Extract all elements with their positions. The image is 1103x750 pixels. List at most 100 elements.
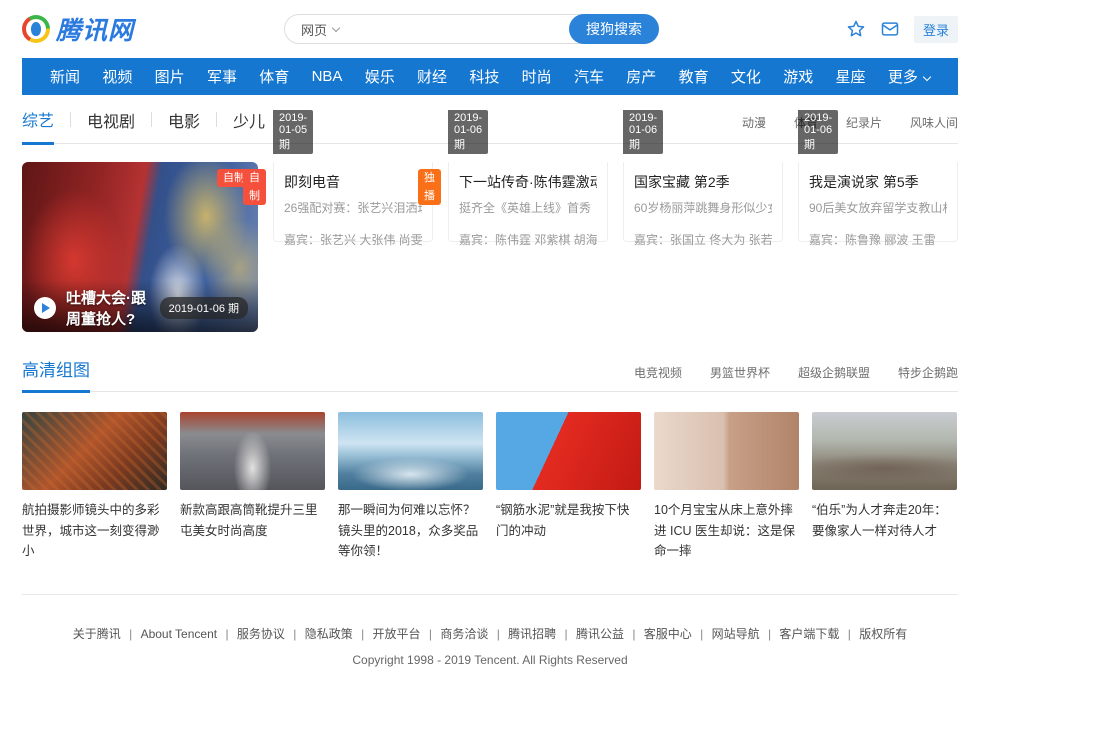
hero-video-card[interactable]: 自制 吐槽大会·跟周董抢人? 2019-01-06 期 <box>22 162 258 332</box>
nav-more[interactable]: 更多 <box>888 66 930 87</box>
video-card-body: 国家宝藏 第2季 60岁杨丽萍跳舞身形似少女 嘉宾：张国立 佟大为 张若昀 <box>623 162 783 242</box>
footer-links: 关于腾讯 About Tencent 服务协议 隐私政策 开放平台 商务洽谈 腾… <box>22 625 958 642</box>
copyright: Copyright 1998 - 2019 Tencent. All Right… <box>22 653 958 667</box>
divider <box>216 112 217 127</box>
photo-item[interactable]: “钢筋水泥”就是我按下快门的冲动 <box>496 412 641 562</box>
nav-item-fashion[interactable]: 时尚 <box>522 66 552 87</box>
tab-movies[interactable]: 电影 <box>168 108 200 143</box>
nav-item-video[interactable]: 视频 <box>102 66 132 87</box>
link-super-penguin-league[interactable]: 超级企鹅联盟 <box>798 364 870 381</box>
link-documentary[interactable]: 纪录片 <box>846 114 882 131</box>
nav-item-nba[interactable]: NBA <box>312 68 343 85</box>
nav-item-culture[interactable]: 文化 <box>731 66 761 87</box>
link-flavor-world[interactable]: 风味人间 <box>910 114 958 131</box>
nav-item-games[interactable]: 游戏 <box>783 66 813 87</box>
tab-tv-series[interactable]: 电视剧 <box>87 108 135 143</box>
footer-link-jobs[interactable]: 腾讯招聘 <box>492 627 556 641</box>
nav-item-auto[interactable]: 汽车 <box>574 66 604 87</box>
hero-overlay: 吐槽大会·跟周董抢人? 2019-01-06 期 <box>22 280 258 332</box>
video-guests: 嘉宾：陈伟霆 邓紫棋 胡海泉 <box>459 231 597 248</box>
search-category-dropdown[interactable]: 网页 <box>285 20 349 39</box>
video-guests: 嘉宾：张艺兴 大张伟 尚雯婕 <box>284 231 422 248</box>
photo-item[interactable]: 航拍摄影师镜头中的多彩世界，城市这一刻变得渺小 <box>22 412 167 562</box>
footer-link-open-platform[interactable]: 开放平台 <box>356 627 420 641</box>
photo-thumbnail[interactable] <box>180 412 325 490</box>
video-subtitle: 挺齐全《英雄上线》首秀 <box>459 199 597 216</box>
photo-thumbnail[interactable] <box>654 412 799 490</box>
photo-caption[interactable]: 航拍摄影师镜头中的多彩世界，城市这一刻变得渺小 <box>22 500 167 562</box>
photo-thumbnail[interactable] <box>812 412 957 490</box>
featured-videos-row: 自制 吐槽大会·跟周董抢人? 2019-01-06 期 自制 2019-01-0… <box>22 162 958 332</box>
tab-kids[interactable]: 少儿 <box>233 108 265 143</box>
video-card-body: 即刻电音 26强配对赛：张艺兴泪洒现场 嘉宾：张艺兴 大张伟 尚雯婕 <box>273 162 433 242</box>
gallery-right-links: 电竞视频 男篮世界杯 超级企鹅联盟 特步企鹅跑 <box>634 364 958 391</box>
nav-item-pictures[interactable]: 图片 <box>155 66 185 87</box>
hero-title: 吐槽大会·跟周董抢人? <box>66 287 160 329</box>
nav-item-military[interactable]: 军事 <box>207 66 237 87</box>
footer-link-charity[interactable]: 腾讯公益 <box>560 627 624 641</box>
chevron-down-icon <box>923 72 931 80</box>
photo-caption[interactable]: 10个月宝宝从床上意外摔进 ICU 医生却说：这是保命一摔 <box>654 500 799 562</box>
footer-link-about[interactable]: 关于腾讯 <box>73 627 121 641</box>
penguin-logo-icon <box>22 15 50 43</box>
video-title[interactable]: 下一站传奇·陈伟霆激动 <box>459 172 597 192</box>
tencent-portal-page: 腾讯网 网页 搜狗搜索 登录 新闻 视频 <box>0 0 1103 750</box>
video-card[interactable]: 2019-01-06 期 国家宝藏 第2季 60岁杨丽萍跳舞身形似少女 嘉宾：张… <box>623 162 783 332</box>
nav-item-news[interactable]: 新闻 <box>50 66 80 87</box>
photo-item[interactable]: “伯乐”为人才奔走20年：要像家人一样对待人才 <box>812 412 957 562</box>
photo-thumbnail[interactable] <box>338 412 483 490</box>
video-card[interactable]: 独播 2019-01-06 期 下一站传奇·陈伟霆激动 挺齐全《英雄上线》首秀 … <box>448 162 608 332</box>
footer-link-service[interactable]: 客服中心 <box>627 627 691 641</box>
footer-link-about-en[interactable]: About Tencent <box>124 627 217 641</box>
photo-thumbnail[interactable] <box>496 412 641 490</box>
photo-caption[interactable]: 那一瞬间为何难以忘怀？镜头里的2018，众多奖品等你领！ <box>338 500 483 562</box>
tab-variety[interactable]: 综艺 <box>22 107 54 145</box>
tencent-logo[interactable]: 腾讯网 <box>22 11 134 47</box>
gallery-header: 高清组图 电竞视频 男篮世界杯 超级企鹅联盟 特步企鹅跑 <box>22 356 958 392</box>
photo-item[interactable]: 那一瞬间为何难以忘怀？镜头里的2018，众多奖品等你领！ <box>338 412 483 562</box>
play-icon <box>34 297 56 319</box>
photo-item[interactable]: 新款高跟高筒靴提升三里屯美女时尚高度 <box>180 412 325 562</box>
divider <box>151 112 152 127</box>
video-title[interactable]: 我是演说家 第5季 <box>809 172 947 192</box>
nav-item-finance[interactable]: 财经 <box>417 66 447 87</box>
search-category-label: 网页 <box>301 20 327 39</box>
link-penguin-run[interactable]: 特步企鹅跑 <box>898 364 958 381</box>
nav-item-tech[interactable]: 科技 <box>469 66 499 87</box>
video-title[interactable]: 即刻电音 <box>284 172 422 192</box>
video-title[interactable]: 国家宝藏 第2季 <box>634 172 772 192</box>
link-basketball-worldcup[interactable]: 男篮世界杯 <box>710 364 770 381</box>
nav-item-sports[interactable]: 体育 <box>259 66 289 87</box>
photo-caption[interactable]: “钢筋水泥”就是我按下快门的冲动 <box>496 500 641 541</box>
photo-gallery-section: 高清组图 电竞视频 男篮世界杯 超级企鹅联盟 特步企鹅跑 航拍摄影师镜头中的多彩… <box>22 356 958 562</box>
login-button[interactable]: 登录 <box>914 16 958 43</box>
footer-link-business[interactable]: 商务洽谈 <box>424 627 488 641</box>
photo-item[interactable]: 10个月宝宝从床上意外摔进 ICU 医生却说：这是保命一摔 <box>654 412 799 562</box>
footer-link-privacy[interactable]: 隐私政策 <box>288 627 352 641</box>
nav-item-horoscope[interactable]: 星座 <box>836 66 866 87</box>
footer-link-terms[interactable]: 服务协议 <box>220 627 284 641</box>
link-esports-video[interactable]: 电竞视频 <box>634 364 682 381</box>
nav-item-entertainment[interactable]: 娱乐 <box>365 66 395 87</box>
star-icon[interactable] <box>846 19 866 39</box>
video-card[interactable]: 2019-01-06 期 我是演说家 第5季 90后美女放弃留学支教山村 嘉宾：… <box>798 162 958 332</box>
header-actions: 登录 <box>846 16 958 43</box>
photo-caption[interactable]: 新款高跟高筒靴提升三里屯美女时尚高度 <box>180 500 325 541</box>
photo-caption[interactable]: “伯乐”为人才奔走20年：要像家人一样对待人才 <box>812 500 957 541</box>
photo-grid: 航拍摄影师镜头中的多彩世界，城市这一刻变得渺小 新款高跟高筒靴提升三里屯美女时尚… <box>22 412 958 562</box>
footer-link-copyright[interactable]: 版权所有 <box>843 627 907 641</box>
search-bar: 网页 搜狗搜索 <box>284 14 659 44</box>
mail-icon[interactable] <box>880 19 900 39</box>
nav-item-house[interactable]: 房产 <box>626 66 656 87</box>
gallery-section-title[interactable]: 高清组图 <box>22 356 90 393</box>
divider <box>70 112 71 127</box>
link-anime[interactable]: 动漫 <box>742 114 766 131</box>
sogou-search-button[interactable]: 搜狗搜索 <box>569 14 659 44</box>
footer-link-client-download[interactable]: 客户端下载 <box>763 627 839 641</box>
footer-link-sitemap[interactable]: 网站导航 <box>695 627 759 641</box>
video-card[interactable]: 自制 2019-01-05 期 即刻电音 26强配对赛：张艺兴泪洒现场 嘉宾：张… <box>273 162 433 332</box>
header: 腾讯网 网页 搜狗搜索 登录 <box>22 0 958 58</box>
nav-item-education[interactable]: 教育 <box>679 66 709 87</box>
photo-thumbnail[interactable] <box>22 412 167 490</box>
logo-text: 腾讯网 <box>56 11 134 47</box>
